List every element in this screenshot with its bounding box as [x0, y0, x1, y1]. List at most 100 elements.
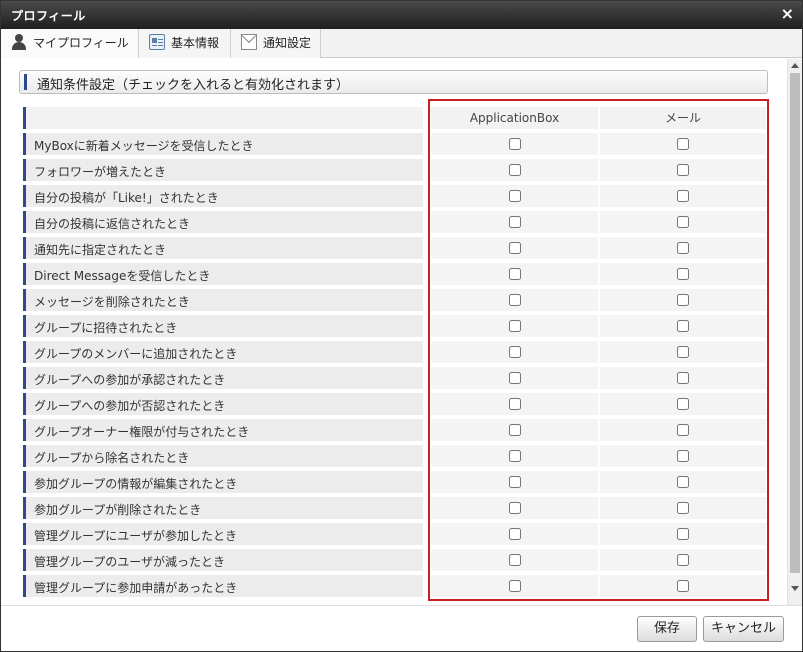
mail-cell — [600, 523, 766, 545]
mail-cell — [600, 445, 766, 467]
mail-cell — [600, 211, 766, 233]
table-row: メッセージを削除されたとき — [23, 289, 766, 313]
mail-checkbox[interactable] — [677, 476, 689, 488]
applicationbox-checkbox[interactable] — [508, 502, 521, 514]
table-row: グループに招待されたとき — [23, 315, 766, 339]
applicationbox-cell — [431, 211, 598, 233]
applicationbox-cell — [431, 133, 598, 155]
mail-checkbox[interactable] — [677, 372, 689, 384]
tab-my-profile[interactable]: マイプロフィール — [1, 29, 139, 58]
row-label-cell: 自分の投稿に返信されたとき — [23, 211, 423, 233]
mail-checkbox[interactable] — [677, 268, 689, 280]
tab-basic-info[interactable]: 基本情報 — [139, 29, 231, 58]
row-label-cell: 自分の投稿が「Like!」されたとき — [23, 185, 423, 207]
row-label: グループへの参加が承認されたとき — [34, 373, 226, 387]
row-label: 管理グループのユーザが減ったとき — [34, 555, 226, 569]
row-label: 自分の投稿に返信されたとき — [34, 217, 191, 231]
row-label: グループに招待されたとき — [34, 321, 178, 335]
section-title: 通知条件設定（チェックを入れると有効化されます） — [37, 78, 350, 93]
applicationbox-cell — [431, 367, 598, 389]
mail-cell — [600, 263, 766, 285]
row-label-cell: MyBoxに新着メッセージを受信したとき — [23, 133, 423, 155]
applicationbox-checkbox[interactable] — [508, 554, 521, 566]
applicationbox-checkbox[interactable] — [508, 346, 521, 358]
applicationbox-checkbox[interactable] — [508, 398, 521, 410]
mail-cell — [600, 185, 766, 207]
section-header: 通知条件設定（チェックを入れると有効化されます） — [19, 70, 768, 94]
row-label-cell: グループへの参加が否認されたとき — [23, 393, 423, 415]
applicationbox-cell — [431, 289, 598, 311]
applicationbox-cell — [431, 549, 598, 571]
mail-cell — [600, 237, 766, 259]
row-label-cell: 管理グループにユーザが参加したとき — [23, 523, 423, 545]
applicationbox-cell — [431, 237, 598, 259]
mail-checkbox[interactable] — [677, 424, 689, 436]
table-row: 参加グループが削除されたとき — [23, 497, 766, 521]
mail-checkbox[interactable] — [677, 216, 689, 228]
mail-checkbox[interactable] — [677, 294, 689, 306]
applicationbox-cell — [431, 471, 598, 493]
scrollbar-thumb[interactable] — [790, 73, 800, 573]
row-label: フォロワーが増えたとき — [34, 165, 167, 179]
table-row: 管理グループに参加申請があったとき — [23, 575, 766, 599]
row-label-cell: 通知先に指定されたとき — [23, 237, 423, 259]
mail-checkbox[interactable] — [677, 450, 689, 462]
applicationbox-checkbox[interactable] — [508, 268, 521, 280]
id-card-icon — [149, 34, 165, 50]
mail-cell — [600, 341, 766, 363]
table-row: 通知先に指定されたとき — [23, 237, 766, 261]
row-label-cell: グループに招待されたとき — [23, 315, 423, 337]
column-header-mail: メール — [600, 107, 766, 129]
applicationbox-checkbox[interactable] — [508, 216, 521, 228]
mail-checkbox[interactable] — [677, 528, 689, 540]
applicationbox-checkbox[interactable] — [508, 190, 521, 202]
table-row: Direct Messageを受信したとき — [23, 263, 766, 287]
applicationbox-cell — [431, 575, 598, 597]
applicationbox-checkbox[interactable] — [508, 450, 521, 462]
row-label: 管理グループに参加申請があったとき — [34, 581, 238, 595]
applicationbox-checkbox[interactable] — [508, 528, 521, 540]
mail-checkbox[interactable] — [677, 502, 689, 514]
table-row: 管理グループのユーザが減ったとき — [23, 549, 766, 573]
row-label: 自分の投稿が「Like!」されたとき — [34, 191, 219, 205]
mail-cell — [600, 471, 766, 493]
tab-notification-settings[interactable]: 通知設定 — [231, 29, 321, 58]
mail-checkbox[interactable] — [677, 320, 689, 332]
cancel-button[interactable]: キャンセル — [703, 616, 784, 642]
applicationbox-checkbox[interactable] — [508, 424, 521, 436]
applicationbox-checkbox[interactable] — [508, 372, 521, 384]
applicationbox-checkbox[interactable] — [508, 320, 521, 332]
close-icon[interactable]: × — [781, 5, 794, 23]
mail-checkbox[interactable] — [677, 398, 689, 410]
table-row: グループオーナー権限が付与されたとき — [23, 419, 766, 443]
mail-checkbox[interactable] — [677, 580, 689, 592]
vertical-scrollbar[interactable] — [787, 59, 802, 605]
row-label-cell: 管理グループのユーザが減ったとき — [23, 549, 423, 571]
mail-checkbox[interactable] — [677, 554, 689, 566]
table-header-row: ApplicationBox メール — [23, 107, 766, 131]
applicationbox-checkbox[interactable] — [508, 476, 521, 488]
column-header-applicationbox: ApplicationBox — [431, 107, 598, 129]
applicationbox-checkbox[interactable] — [508, 138, 521, 150]
mail-checkbox[interactable] — [677, 242, 689, 254]
scroll-down-arrow-icon[interactable] — [791, 586, 799, 591]
mail-checkbox[interactable] — [677, 164, 689, 176]
user-icon — [11, 34, 27, 50]
applicationbox-cell — [431, 445, 598, 467]
applicationbox-checkbox[interactable] — [508, 580, 521, 592]
applicationbox-checkbox[interactable] — [508, 294, 521, 306]
mail-checkbox[interactable] — [677, 138, 689, 150]
scroll-up-arrow-icon[interactable] — [791, 63, 799, 68]
mail-checkbox[interactable] — [677, 346, 689, 358]
row-label-cell: グループのメンバーに追加されたとき — [23, 341, 423, 363]
applicationbox-checkbox[interactable] — [508, 242, 521, 254]
save-button[interactable]: 保存 — [637, 616, 697, 642]
applicationbox-checkbox[interactable] — [508, 164, 521, 176]
table-row: 自分の投稿が「Like!」されたとき — [23, 185, 766, 209]
row-label-cell: 参加グループの情報が編集されたとき — [23, 471, 423, 493]
row-label-cell: Direct Messageを受信したとき — [23, 263, 423, 285]
mail-checkbox[interactable] — [677, 190, 689, 202]
applicationbox-cell — [431, 523, 598, 545]
mail-icon — [241, 34, 257, 50]
tab-label: マイプロフィール — [33, 36, 129, 50]
